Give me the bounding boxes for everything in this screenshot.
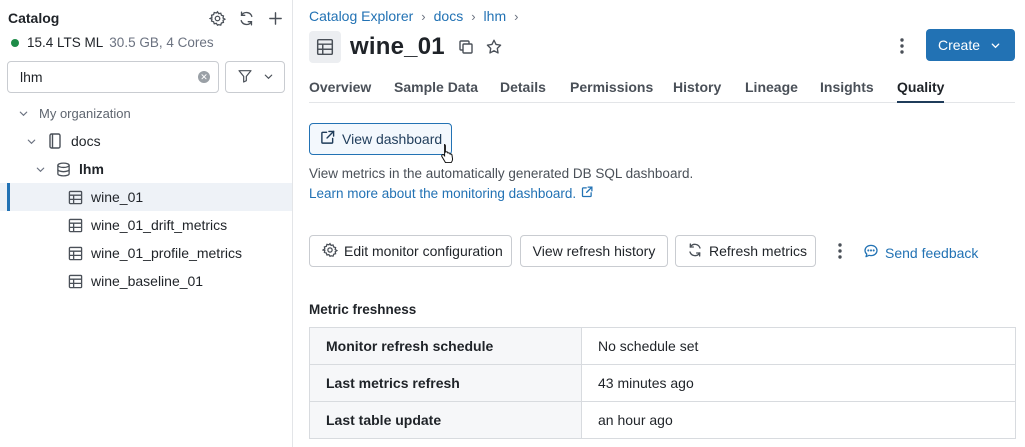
external-link-icon [320,130,335,148]
tree-item-label: wine_01 [91,189,144,205]
clear-search-icon[interactable]: ✕ [198,71,210,83]
metric-freshness-table: Monitor refresh schedule No schedule set… [309,327,1016,439]
more-options-icon[interactable] [893,34,911,58]
send-feedback-link[interactable]: Send feedback [863,243,978,262]
refresh-metrics-button[interactable]: Refresh metrics [675,235,816,267]
freshness-label: Last table update [309,401,582,439]
table-icon [67,273,83,289]
sidebar-title: Catalog [8,10,60,26]
cluster-status[interactable]: 15.4 LTS ML 30.5 GB, 4 Cores [11,35,214,50]
table-row: Last table update an hour ago [309,401,1016,439]
tab-insights[interactable]: Insights [820,79,874,103]
table-row: Monitor refresh schedule No schedule set [309,327,1016,365]
table-icon [67,217,83,233]
tree-item-label: My organization [39,105,131,121]
refresh-icon[interactable] [237,9,256,28]
table-icon [67,245,83,261]
freshness-label: Last metrics refresh [309,364,582,402]
filter-icon [237,68,253,87]
search-input[interactable]: lhm ✕ [7,61,219,93]
breadcrumb-catalog-explorer[interactable]: Catalog Explorer [309,8,413,24]
settings-gear-icon[interactable] [208,9,227,28]
tree-item-wine-baseline-01[interactable]: wine_baseline_01 [0,267,292,295]
pointer-cursor-icon [439,143,455,166]
view-refresh-history-button[interactable]: View refresh history [520,235,668,267]
tree-item-label: wine_01_drift_metrics [91,217,228,233]
tree-item-wine-01-profile-metrics[interactable]: wine_01_profile_metrics [0,239,292,267]
freshness-value: an hour ago [581,401,1016,439]
tab-lineage[interactable]: Lineage [745,79,798,103]
refresh-icon [687,242,703,261]
dashboard-description: View metrics in the automatically genera… [309,166,694,181]
freshness-value: 43 minutes ago [581,364,1016,402]
more-actions-icon[interactable] [834,241,846,261]
edit-monitor-configuration-button[interactable]: Edit monitor configuration [309,235,512,267]
cluster-name: 15.4 LTS ML [27,35,104,50]
tree-item-wine-01-drift-metrics[interactable]: wine_01_drift_metrics [0,211,292,239]
tree-item-wine-01[interactable]: wine_01 [0,183,292,211]
search-input-value: lhm [20,69,43,85]
edit-monitor-label: Edit monitor configuration [344,243,503,259]
cluster-spec: 30.5 GB, 4 Cores [109,35,214,50]
table-icon [309,31,341,63]
create-button[interactable]: Create [926,29,1015,61]
view-refresh-history-label: View refresh history [532,243,656,259]
external-link-icon [581,186,593,201]
schema-database-icon [55,161,71,177]
main-panel: Catalog Explorer › docs › lhm › wine_01 … [294,0,1025,447]
metric-freshness-title: Metric freshness [309,302,417,317]
chevron-down-icon [990,40,1001,51]
gear-icon [321,242,339,261]
tab-sample-data[interactable]: Sample Data [394,79,478,103]
tab-bar: Overview Sample Data Details Permissions… [309,75,1015,103]
breadcrumb-separator-icon: › [471,8,476,24]
breadcrumb-docs[interactable]: docs [434,8,464,24]
tab-permissions[interactable]: Permissions [570,79,653,103]
freshness-label: Monitor refresh schedule [309,327,582,365]
catalog-tree: My organization docs lhm wine_01 wine_01… [0,99,292,295]
table-row: Last metrics refresh 43 minutes ago [309,364,1016,402]
tab-quality[interactable]: Quality [897,79,945,103]
tree-item-label: wine_01_profile_metrics [91,245,242,261]
star-favorite-icon[interactable] [485,38,503,56]
learn-more-label: Learn more about the monitoring dashboar… [309,186,577,201]
table-icon [67,189,83,205]
add-icon[interactable] [266,9,285,28]
tree-item-label: wine_baseline_01 [91,273,204,289]
chevron-down-icon [263,69,274,85]
breadcrumb-separator-icon: › [514,8,519,24]
sidebar-header: Catalog [8,8,285,28]
cluster-status-dot [11,38,19,47]
tree-item-label: lhm [79,161,104,177]
tab-overview[interactable]: Overview [309,79,371,103]
view-dashboard-button[interactable]: View dashboard [309,123,452,155]
catalog-sidebar: Catalog 15.4 LTS ML 30.5 GB, 4 Cores lhm… [0,0,293,447]
breadcrumb: Catalog Explorer › docs › lhm › [309,8,518,24]
learn-more-link[interactable]: Learn more about the monitoring dashboar… [309,186,593,201]
breadcrumb-lhm[interactable]: lhm [484,8,507,24]
view-dashboard-label: View dashboard [342,131,443,147]
create-button-label: Create [938,37,981,53]
chevron-down-icon[interactable] [17,107,29,119]
send-feedback-label: Send feedback [885,244,979,261]
tree-item-my-organization[interactable]: My organization [0,99,292,127]
refresh-metrics-label: Refresh metrics [709,243,808,259]
title-row: wine_01 [309,31,503,63]
freshness-value: No schedule set [581,327,1016,365]
tab-history[interactable]: History [673,79,721,103]
catalog-icon [47,133,63,149]
page-title: wine_01 [350,33,445,60]
filter-button[interactable] [225,61,285,93]
breadcrumb-separator-icon: › [421,8,426,24]
chevron-down-icon[interactable] [34,163,46,175]
tree-item-label: docs [71,133,101,149]
copy-icon[interactable] [457,38,475,56]
speech-bubble-icon [863,243,879,262]
chevron-down-icon[interactable] [25,135,37,147]
tree-item-docs[interactable]: docs [0,127,292,155]
tab-details[interactable]: Details [500,79,546,103]
tree-item-lhm[interactable]: lhm [0,155,292,183]
